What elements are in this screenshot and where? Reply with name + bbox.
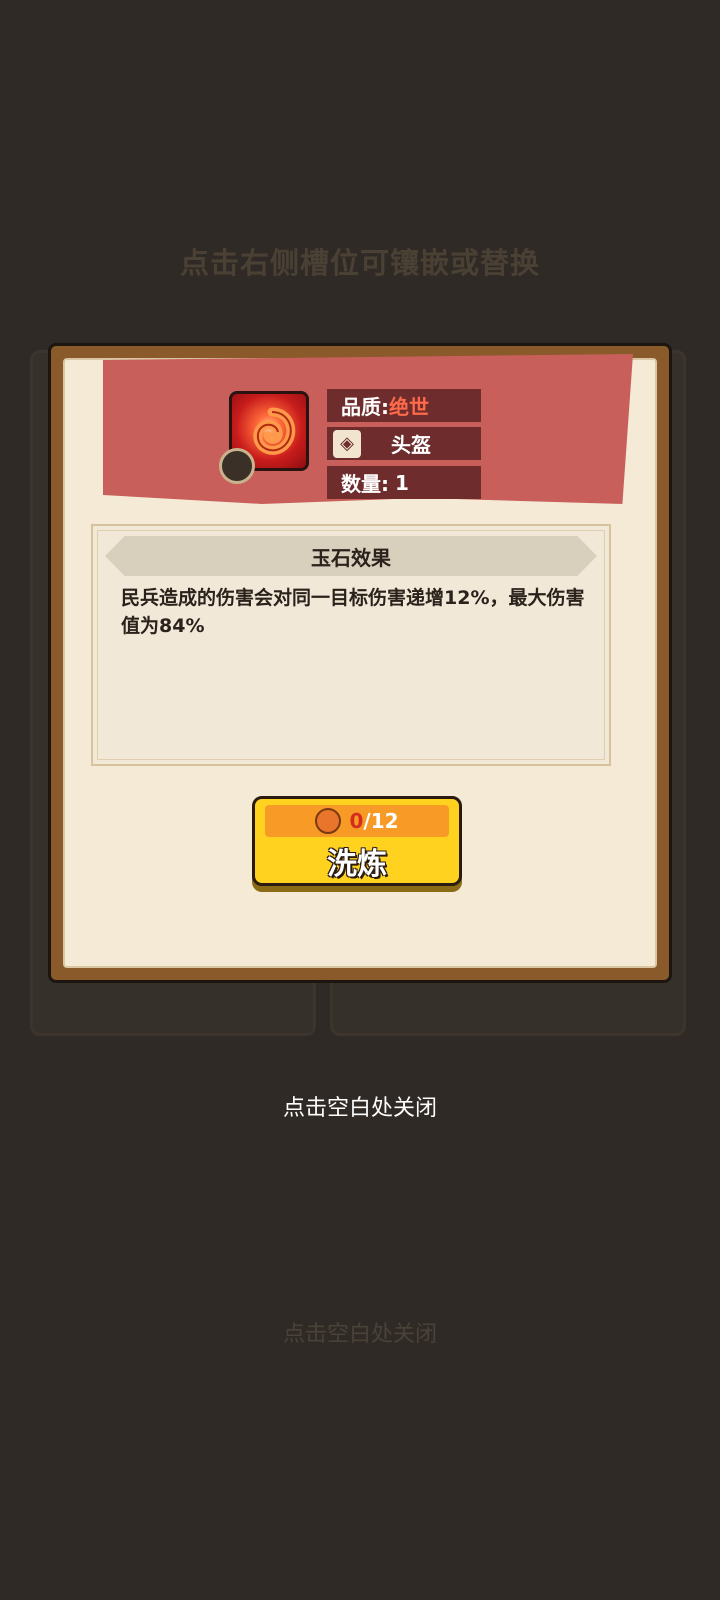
refine-stone-icon	[315, 808, 342, 834]
quantity-row: 数量: 1	[327, 466, 481, 499]
effect-title: 玉石效果	[105, 536, 597, 576]
quality-row: 品质: 绝世	[327, 389, 481, 422]
refine-cost-current: 0	[349, 809, 364, 833]
refine-cost: 0 /12	[265, 805, 449, 837]
background-close-hint: 点击空白处关闭	[282, 1322, 437, 1347]
helmet-slot-badge-icon	[219, 448, 255, 484]
jade-effect-panel: 玉石效果 民兵造成的伤害会对同一目标伤害递增12%，最大伤害值为84%	[91, 524, 611, 766]
helmet-type-icon: ◈	[333, 429, 361, 458]
modal-parchment: 品质: 绝世 ◈ 头盔 数量: 1 玉石效果 民兵造成的伤害会对同一目标伤害递增…	[63, 354, 657, 968]
tap-to-close-hint[interactable]: 点击空白处关闭	[0, 1090, 720, 1122]
type-value: 头盔	[391, 433, 431, 457]
refine-button[interactable]: 0 /12 洗炼	[252, 796, 462, 886]
refine-button-label: 洗炼	[327, 847, 387, 882]
quantity-label: 数量:	[341, 472, 389, 496]
quality-value: 绝世	[389, 395, 429, 419]
quantity-value: 1	[395, 470, 409, 495]
quality-label: 品质:	[341, 395, 389, 419]
jade-detail-modal: 品质: 绝世 ◈ 头盔 数量: 1 玉石效果 民兵造成的伤害会对同一目标伤害递增…	[48, 343, 672, 983]
refine-cost-total: /12	[363, 809, 399, 833]
type-row: ◈ 头盔	[327, 427, 481, 460]
background-slot-hint: 点击右侧槽位可镶嵌或替换	[179, 246, 540, 280]
effect-description: 民兵造成的伤害会对同一目标伤害递增12%，最大伤害值为84%	[121, 587, 585, 637]
